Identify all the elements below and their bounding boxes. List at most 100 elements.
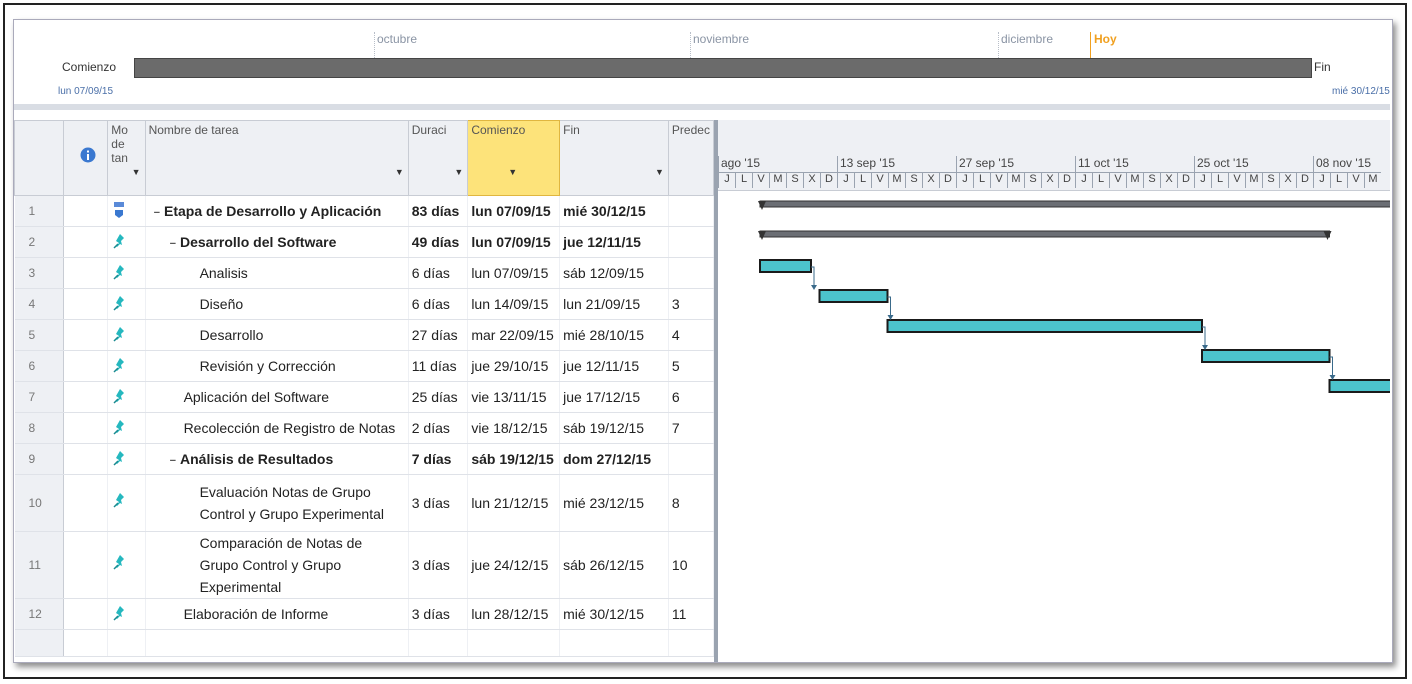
start-cell[interactable]: vie 13/11/15	[467, 381, 561, 413]
task-row[interactable]: 2 − Desarrollo del Software 49 días lun 07/0…	[14, 226, 715, 258]
task-mode-cell[interactable]	[107, 443, 146, 475]
task-mode-cell[interactable]	[107, 474, 146, 532]
row-number[interactable]: 3	[14, 257, 64, 289]
row-number[interactable]	[14, 629, 64, 657]
finish-cell[interactable]: sáb 12/09/15	[559, 257, 669, 289]
finish-cell[interactable]: sáb 26/12/15	[559, 531, 669, 599]
task-bar[interactable]	[1328, 379, 1392, 393]
task-row[interactable]: 1− Etapa de Desarrollo y Aplicación 83 día…	[14, 195, 715, 227]
column-header-duration[interactable]: Duraci ▼	[407, 120, 469, 196]
predecessors-cell[interactable]: 10	[668, 531, 715, 599]
task-mode-cell[interactable]	[107, 226, 146, 258]
summary-bar[interactable]	[759, 230, 1330, 238]
finish-cell[interactable]: mié 23/12/15	[559, 474, 669, 532]
start-cell[interactable]: lun 07/09/15	[467, 195, 561, 227]
task-name-cell[interactable]: − Desarrollo del Software	[145, 226, 409, 258]
collapse-icon[interactable]: −	[154, 207, 160, 219]
row-number[interactable]: 11	[14, 531, 64, 599]
column-header-start[interactable]: Comienzo ▼	[467, 120, 561, 196]
finish-cell[interactable]: jue 12/11/15	[559, 226, 669, 258]
finish-cell[interactable]: mié 30/12/15	[559, 195, 669, 227]
duration-cell[interactable]: 25 días	[408, 381, 469, 413]
finish-cell[interactable]: lun 21/09/15	[559, 288, 669, 320]
collapse-icon[interactable]: −	[170, 238, 176, 250]
duration-cell[interactable]: 3 días	[408, 598, 469, 630]
duration-cell[interactable]: 27 días	[408, 319, 469, 351]
task-name-cell[interactable]: Evaluación Notas de Grupo Control y Grup…	[145, 474, 409, 532]
start-cell[interactable]: lun 21/12/15	[467, 474, 561, 532]
chevron-down-icon[interactable]: ▼	[655, 167, 664, 177]
row-number[interactable]: 12	[14, 598, 64, 630]
duration-cell[interactable]: 6 días	[408, 257, 469, 289]
start-cell[interactable]: mar 22/09/15	[467, 319, 561, 351]
row-number[interactable]: 2	[14, 226, 64, 258]
duration-cell[interactable]: 2 días	[408, 412, 469, 444]
task-row[interactable]: 12 Elaboración de Informe 3 días lun 28/12/…	[14, 598, 715, 630]
duration-cell[interactable]: 83 días	[408, 195, 469, 227]
start-cell[interactable]: lun 14/09/15	[467, 288, 561, 320]
task-row[interactable]: 8 Recolección de Registro de Notas 2 días v…	[14, 412, 715, 444]
task-name-cell[interactable]: Diseño	[145, 288, 409, 320]
task-name-cell[interactable]: Desarrollo	[145, 319, 409, 351]
summary-bar[interactable]	[759, 200, 1392, 208]
column-header-predecessors[interactable]: Predec	[667, 120, 715, 196]
task-name-cell[interactable]: Aplicación del Software	[145, 381, 409, 413]
duration-cell[interactable]: 3 días	[408, 531, 469, 599]
task-row[interactable]: 3 Analisis 6 días lun 07/09/15 sáb 12/09/15	[14, 257, 715, 289]
start-cell[interactable]: jue 29/10/15	[467, 350, 561, 382]
row-number[interactable]: 8	[14, 412, 64, 444]
column-header-task-name[interactable]: Nombre de tarea ▼	[144, 120, 409, 196]
duration-cell[interactable]: 49 días	[408, 226, 469, 258]
task-bar[interactable]	[818, 289, 889, 303]
gantt-body[interactable]	[718, 192, 1392, 662]
task-row[interactable]: 10 Evaluación Notas de Grupo Control y Gr…	[14, 474, 715, 532]
task-row[interactable]: 9− Análisis de Resultados 7 días sáb 19/12/…	[14, 443, 715, 475]
predecessors-cell[interactable]: 4	[668, 319, 715, 351]
row-number[interactable]: 5	[14, 319, 64, 351]
row-number[interactable]: 4	[14, 288, 64, 320]
task-bar[interactable]	[1201, 349, 1331, 363]
task-mode-cell[interactable]	[107, 598, 146, 630]
start-cell[interactable]: lun 07/09/15	[467, 226, 561, 258]
row-number[interactable]: 9	[14, 443, 64, 475]
start-cell[interactable]: jue 24/12/15	[467, 531, 561, 599]
task-row[interactable]: 11 Comparación de Notas de Grupo Control …	[14, 531, 715, 599]
column-header-indicators[interactable]	[62, 120, 109, 196]
duration-cell[interactable]: 3 días	[408, 474, 469, 532]
task-mode-cell[interactable]	[107, 257, 146, 289]
task-mode-cell[interactable]	[107, 412, 146, 444]
predecessors-cell[interactable]: 11	[668, 598, 715, 630]
duration-cell[interactable]: 11 días	[408, 350, 469, 382]
row-number[interactable]: 7	[14, 381, 64, 413]
row-number[interactable]: 6	[14, 350, 64, 382]
finish-cell[interactable]: jue 12/11/15	[559, 350, 669, 382]
task-name-cell[interactable]: Analisis	[145, 257, 409, 289]
predecessors-cell[interactable]	[668, 443, 715, 475]
task-mode-cell[interactable]	[107, 350, 146, 382]
start-cell[interactable]: lun 28/12/15	[467, 598, 561, 630]
task-mode-cell[interactable]	[107, 381, 146, 413]
predecessors-cell[interactable]: 7	[668, 412, 715, 444]
chevron-down-icon[interactable]: ▼	[454, 167, 463, 177]
task-mode-cell[interactable]	[107, 531, 146, 599]
predecessors-cell[interactable]	[668, 226, 715, 258]
start-cell[interactable]: lun 07/09/15	[467, 257, 561, 289]
task-bar[interactable]	[886, 319, 1203, 333]
predecessors-cell[interactable]: 8	[668, 474, 715, 532]
task-name-cell[interactable]: Revisión y Corrección	[145, 350, 409, 382]
predecessors-cell[interactable]	[668, 257, 715, 289]
duration-cell[interactable]: 7 días	[408, 443, 469, 475]
timeline-bar[interactable]	[134, 58, 1312, 78]
task-mode-cell[interactable]	[107, 288, 146, 320]
column-header-task-mode[interactable]: Mo de tan ▼	[107, 120, 146, 196]
finish-cell[interactable]: dom 27/12/15	[559, 443, 669, 475]
task-mode-cell[interactable]	[107, 195, 146, 227]
chevron-down-icon[interactable]: ▼	[395, 167, 404, 177]
empty-row[interactable]	[14, 629, 715, 657]
task-name-cell[interactable]: − Etapa de Desarrollo y Aplicación	[145, 195, 409, 227]
finish-cell[interactable]: jue 17/12/15	[559, 381, 669, 413]
task-row[interactable]: 7 Aplicación del Software 25 días vie 13/11…	[14, 381, 715, 413]
start-cell[interactable]: sáb 19/12/15	[467, 443, 561, 475]
predecessors-cell[interactable]	[668, 195, 715, 227]
finish-cell[interactable]: sáb 19/12/15	[559, 412, 669, 444]
